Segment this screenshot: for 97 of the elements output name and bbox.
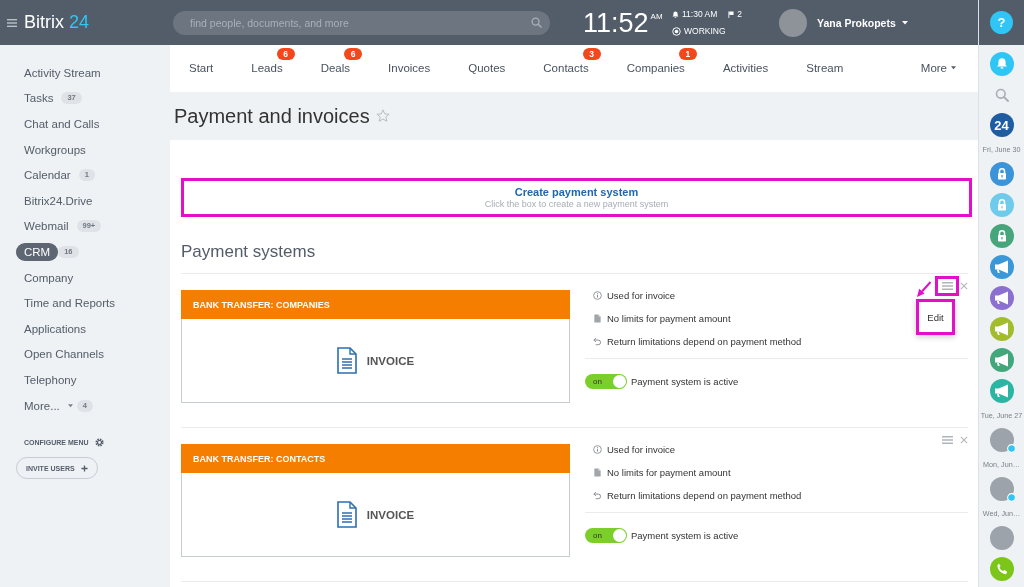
sidebar-item[interactable]: More... [16,396,68,415]
close-icon[interactable] [960,436,968,444]
annotation-arrow [916,281,932,298]
work-status[interactable]: WORKING [684,26,726,36]
tab[interactable]: Contacts [524,61,608,77]
sidebar-item[interactable]: Applications [16,319,94,338]
lock-icon[interactable] [989,193,1014,217]
contact-avatar[interactable] [989,526,1014,550]
tab[interactable]: Leads [232,61,302,77]
search-icon[interactable] [531,17,542,28]
search-icon[interactable] [994,87,1009,102]
info-icon [593,291,602,300]
document-icon [336,501,357,528]
sidebar-item[interactable]: Company [16,268,82,287]
feature-text: No limits for payment amount [607,313,731,324]
sidebar-item[interactable]: CRM [16,242,59,261]
section-title: Payment systems [181,241,317,263]
caret-icon[interactable] [901,20,908,25]
megaphone-icon[interactable] [989,379,1014,403]
sidebar-item[interactable]: Activity Stream [16,63,109,82]
megaphone-icon[interactable] [989,286,1014,310]
flag-count: 2 [737,9,743,19]
count-badge: 3 [582,48,601,60]
menu-icon [941,282,953,290]
lock-icon[interactable] [989,162,1014,186]
info-icon [593,445,602,454]
caret-icon [951,66,956,70]
caret-icon[interactable] [67,403,73,408]
menu-item[interactable]: Edit [927,311,944,323]
megaphone-icon[interactable] [989,255,1014,279]
feature-text: Return limitations depend on payment method [607,490,802,501]
contact-avatar[interactable] [989,477,1014,501]
user-name[interactable]: Yana Prokopets [817,16,896,29]
menu-icon [941,436,953,444]
tab[interactable]: Companies [607,61,704,77]
megaphone-icon[interactable] [989,317,1014,341]
tab[interactable]: Deals [301,61,370,77]
contact-avatar[interactable] [989,428,1014,452]
search-field[interactable]: find people, documents, and more [173,10,550,35]
sidebar-item[interactable]: Time and Reports [16,294,123,313]
count-badge: 6 [276,48,295,60]
tab[interactable]: Quotes [449,61,525,77]
tab[interactable]: Start [170,61,233,77]
close-icon[interactable] [960,282,968,290]
logo[interactable]: Bitrix 24 [24,12,90,33]
clock-time: 11:52 [583,7,649,38]
phone-icon[interactable] [989,557,1014,581]
status-text: Payment system is active [631,530,739,541]
lock-icon[interactable] [989,224,1014,248]
hint-text: Click the box to create a new payment system [484,199,669,209]
sidebar-item[interactable]: Telephony [16,370,85,389]
sidebar-item[interactable]: Tasks [16,89,62,108]
megaphone-icon[interactable] [989,348,1014,372]
radio-icon[interactable] [672,26,681,36]
feature-text: No limits for payment amount [607,467,731,478]
sidebar-item[interactable]: Chat and Calls [16,115,108,133]
card-header: BANK TRANSFER: CONTACTS [181,444,570,473]
status-text: Payment system is active [631,376,739,387]
page-title: Payment and invoices [174,104,370,128]
tab[interactable]: Activities [703,61,788,77]
page-icon [593,314,602,323]
alarm-time[interactable]: 11:30 AM [682,9,718,19]
sidebar-item[interactable]: Calendar [16,166,79,185]
document-label: INVOICE [366,354,415,367]
sidebar-item[interactable]: Open Channels [16,345,112,364]
menu-button[interactable] [935,276,959,296]
feature-text: Used for invoice [607,290,676,301]
user-avatar[interactable] [779,8,807,37]
page-icon [593,468,602,477]
document-icon [336,347,357,374]
more-tab[interactable]: More [901,61,978,77]
menu-icon[interactable] [7,18,17,27]
logo-button[interactable]: 24 [989,113,1014,137]
create-payment-link[interactable]: Create payment system [514,186,639,198]
bell-icon [672,10,679,18]
count-badge: 6 [344,48,363,60]
sidebar-item[interactable]: Bitrix24.Drive [16,191,101,210]
count-badge: 1 [678,48,697,60]
toggle-switch[interactable]: on [585,374,627,389]
tab[interactable]: Invoices [369,61,450,77]
feature-text: Used for invoice [607,444,676,455]
card-header: BANK TRANSFER: COMPANIES [181,290,570,319]
document-label: INVOICE [366,508,415,521]
star-icon[interactable] [375,109,390,123]
tab[interactable]: Stream [787,61,863,77]
toggle-switch[interactable]: on [585,528,627,543]
flag-icon [728,10,735,18]
sidebar-item[interactable]: Webmail [16,217,77,236]
create-payment-panel[interactable]: Create payment system Click the box to create a new payment system [181,178,972,217]
gear-icon [94,438,104,448]
sidebar-item[interactable]: Workgroups [16,140,94,159]
feature-text: Return limitations depend on payment method [607,336,802,347]
bell-icon[interactable] [989,52,1014,76]
undo-arrow-icon [593,491,602,500]
clock-meridiem: AM [650,11,663,21]
plus-icon [80,464,88,472]
undo-arrow-icon [593,337,602,346]
